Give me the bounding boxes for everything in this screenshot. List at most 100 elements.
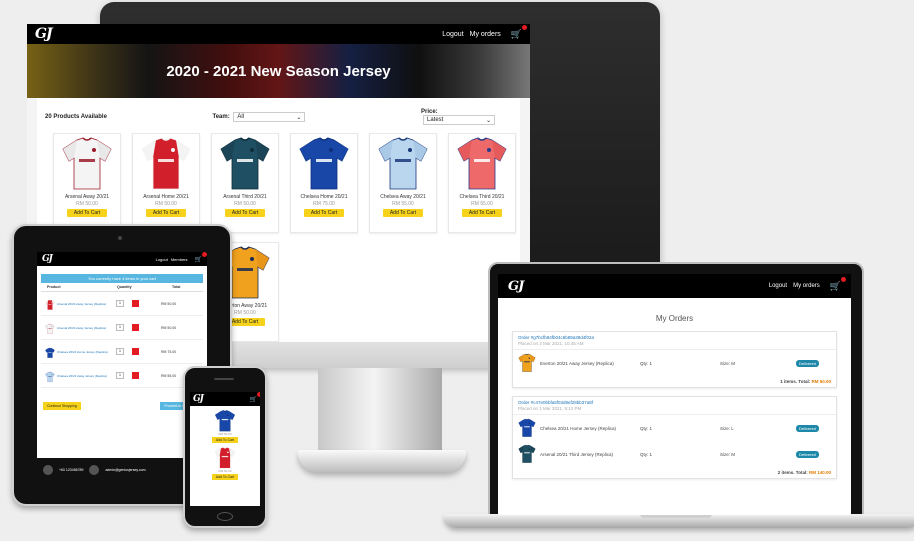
order-item-name: Chelsea 20/21 Home Jersey (Replica) [540,425,617,431]
cart-item-total: RM 75.00 [161,349,177,354]
product-card[interactable]: RM 50.00 Add To Cart [190,447,260,480]
add-to-cart-button[interactable]: Add To Cart [211,474,239,480]
phone-screen: GJ 🛒 RM 50.00 Add To Cart RM 50.00 Add To C… [190,392,260,506]
order-id[interactable]: Order #g7bcfb84fb04c6b89a39d4f02a [518,335,831,340]
product-card[interactable]: Chelsea Away 20/21 RM 55.00 Add To Cart [369,133,437,233]
logout-link[interactable]: Logout [156,257,168,262]
jersey-image[interactable] [298,137,350,191]
quantity-input[interactable]: 1 [116,372,124,379]
jersey-image[interactable] [140,137,192,191]
add-to-cart-button[interactable]: Add To Cart [66,209,108,217]
product-card[interactable]: Arsenal Away 20/21 RM 50.00 Add To Cart [53,133,121,233]
product-card[interactable]: Chelsea Third 20/21 RM 65.00 Add To Cart [448,133,516,233]
product-name[interactable]: Chelsea Away 20/21 [380,194,426,200]
jersey-image[interactable] [377,137,429,191]
product-price: RM 50.00 [234,201,256,207]
site-logo[interactable]: GJ [42,254,53,264]
logout-link[interactable]: Logout [442,31,463,38]
add-to-cart-button[interactable]: Add To Cart [303,209,345,217]
product-count: 20 Products Available [45,114,107,120]
remove-item-button[interactable] [132,300,139,307]
remove-item-button[interactable] [132,372,139,379]
laptop-navbar: GJ Logout My orders 🛒 [498,274,851,298]
footer: +60 123456789 admin@geniusjersey.com [37,458,207,482]
cart-banner: You currently have 4 items in your cart [41,274,203,283]
my-orders-link[interactable]: My orders [793,283,820,289]
members-link[interactable]: Members [171,257,188,262]
product-price: RM 55.00 [392,201,414,207]
monitor-stand [318,368,442,452]
cart-row: Chelsea 20/21 Away Jersey (Replica) 1 RM 5… [41,364,203,388]
phone-product-list: RM 50.00 Add To Cart RM 50.00 Add To Cart [190,410,260,480]
desktop-navbar: GJ Logout My orders 🛒 [27,24,530,44]
add-to-cart-button[interactable]: Add To Cart [461,209,503,217]
my-orders-link[interactable]: My orders [470,31,501,38]
jersey-image[interactable] [219,137,271,191]
phone-home-button [217,512,233,521]
cart-icon[interactable]: 🛒 [250,392,260,403]
cart-item-total: RM 55.00 [161,373,177,378]
cart-icon[interactable]: 🛒 [195,252,207,263]
team-filter-label: Team: [212,114,230,120]
product-name[interactable]: Arsenal Away 20/21 [65,194,109,200]
price-select[interactable]: Latest ⌄ [423,115,495,125]
jersey-thumbnail [518,444,536,464]
hero-title: 2020 - 2021 New Season Jersey [166,62,391,80]
logout-link[interactable]: Logout [769,283,787,289]
order-item: Everton 20/21 Away Jersey (Replica) Qty: … [513,350,836,376]
product-price: RM 50.00 [76,201,98,207]
site-logo[interactable]: GJ [193,394,204,404]
product-price: RM 75.00 [313,201,335,207]
team-select[interactable]: All ⌄ [233,112,306,122]
order-card: Order #g7bcfb84fb04c6b89a39d4f02a Placed … [512,331,837,388]
cart-item-total: RM 50.00 [161,301,177,306]
add-to-cart-button[interactable]: Add To Cart [224,209,266,217]
site-logo[interactable]: GJ [508,279,524,294]
remove-item-button[interactable] [132,348,139,355]
add-to-cart-button[interactable]: Add To Cart [145,209,187,217]
product-card[interactable]: Arsenal Home 20/21 RM 50.00 Add To Cart [132,133,200,233]
add-to-cart-button[interactable]: Add To Cart [211,437,239,443]
jersey-image[interactable] [456,137,508,191]
jersey-image[interactable] [214,447,236,469]
quantity-input[interactable]: 1 [116,348,124,355]
order-item-qty: Qty: 1 [640,360,653,366]
quantity-input[interactable]: 1 [116,300,124,307]
tablet-navbar: GJ Logout Members 🛒 [37,252,207,266]
hero-banner: 2020 - 2021 New Season Jersey [27,44,530,98]
product-card[interactable]: Arsenal Third 20/21 RM 50.00 Add To Cart [211,133,279,233]
monitor-base [298,450,466,472]
continue-shopping-button[interactable]: Continue Shopping [43,402,81,410]
jersey-thumbnail [45,346,55,358]
cart-item-name[interactable]: Chelsea 20/21 Away Jersey (Replica) [57,374,112,378]
chevron-down-icon: ⌄ [296,114,302,121]
product-card[interactable]: RM 50.00 Add To Cart [190,410,260,443]
order-item-name: Arsenal 20/21 Third Jersey (Replica) [540,451,613,457]
order-item-size: Size: L [720,425,734,431]
remove-item-button[interactable] [132,324,139,331]
product-card[interactable]: Chelsea Home 20/21 RM 75.00 Add To Cart [290,133,358,233]
jersey-image[interactable] [61,137,113,191]
quantity-input[interactable]: 1 [116,324,124,331]
cart-icon[interactable]: 🛒 [830,276,846,292]
footer-phone: +60 123456789 [59,468,84,472]
cart-item-name[interactable]: Arsenal 20/21 Away Jersey (Replica) [57,302,112,306]
add-to-cart-button[interactable]: Add To Cart [382,209,424,217]
product-name[interactable]: Arsenal Home 20/21 [143,194,189,200]
order-item: Chelsea 20/21 Home Jersey (Replica) Qty: … [513,415,836,441]
cart-item-name[interactable]: Chelsea 20/21 Home Jersey (Replica) [57,350,112,354]
cart-icon[interactable]: 🛒 [511,24,527,40]
cart-badge [202,252,207,257]
order-id[interactable]: Order #c47e0bbfa5f03d9ef28bb37a8f [518,400,831,405]
product-name[interactable]: Chelsea Home 20/21 [301,194,348,200]
product-name[interactable]: Arsenal Third 20/21 [223,194,267,200]
order-item-qty: Qty: 1 [640,451,653,457]
order-item-name: Everton 20/21 Away Jersey (Replica) [540,360,614,366]
footer-email[interactable]: admin@geniusjersey.com [105,468,145,472]
site-logo[interactable]: GJ [35,26,53,42]
cart-item-name[interactable]: Arsenal 20/21 Away Jersey (Replica) [57,326,112,330]
order-date: Placed on 1 Mar 2021, 9:12 PM [518,406,582,411]
product-name[interactable]: Chelsea Third 20/21 [460,194,505,200]
cart-badge [522,24,527,30]
jersey-image[interactable] [214,410,236,432]
